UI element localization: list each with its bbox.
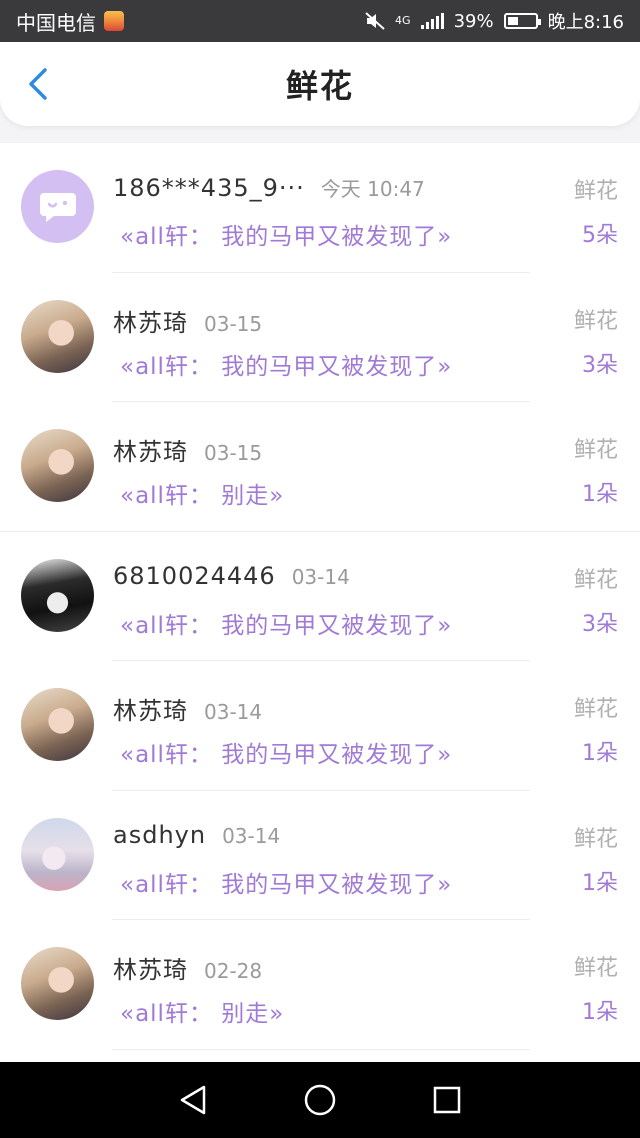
avatar[interactable] bbox=[21, 299, 94, 373]
gift-count: 5朵 bbox=[582, 223, 618, 248]
back-button[interactable] bbox=[18, 64, 58, 104]
gift-count: 1朵 bbox=[582, 741, 618, 766]
app-notification-icon bbox=[104, 11, 124, 31]
gift-count: 3朵 bbox=[582, 352, 618, 378]
triangle-back-icon bbox=[181, 1085, 206, 1115]
sender-name-text: 林苏琦 bbox=[113, 308, 188, 337]
square-recents-icon bbox=[433, 1086, 460, 1114]
chat-bubble-icon bbox=[39, 192, 76, 222]
signal-icon bbox=[420, 13, 444, 29]
clock: 晚上8:16 bbox=[547, 12, 624, 33]
gift-type-label: 鲜花 bbox=[573, 438, 618, 463]
gift-type-label: 鲜花 bbox=[573, 567, 618, 593]
timestamp: 03-14 bbox=[204, 700, 263, 724]
avatar[interactable] bbox=[21, 688, 94, 761]
timestamp: 03-15 bbox=[204, 441, 263, 465]
carrier-label: 中国电信 bbox=[16, 10, 96, 35]
message-link[interactable]: «all轩： 我的马甲又被发现了» bbox=[120, 865, 452, 899]
timestamp: 02-28 bbox=[204, 959, 263, 983]
list-item[interactable]: 林苏琦 03-15 鲜花 «all轩： 我的马甲又被发现了» 3朵 bbox=[0, 273, 640, 402]
avatar[interactable] bbox=[21, 429, 94, 502]
sender-name-text: 林苏琦 bbox=[113, 956, 188, 984]
status-right: 4G 39% 晚上8:16 bbox=[365, 8, 624, 34]
gift-type-label: 鲜花 bbox=[573, 697, 618, 722]
circle-home-icon bbox=[304, 1084, 336, 1116]
sender-name-text: 林苏琦 bbox=[113, 438, 188, 466]
gift-count: 3朵 bbox=[582, 611, 618, 637]
nav-recents-button[interactable] bbox=[427, 1080, 467, 1120]
gift-type-label: 鲜花 bbox=[573, 179, 618, 204]
nav-home-button[interactable] bbox=[300, 1080, 340, 1120]
avatar[interactable] bbox=[21, 170, 94, 243]
sender-name-text: 186***435_9··· bbox=[113, 174, 305, 202]
battery-icon bbox=[503, 13, 541, 29]
divider bbox=[112, 1048, 530, 1050]
avatar[interactable] bbox=[21, 558, 94, 632]
avatar[interactable] bbox=[21, 817, 94, 891]
timestamp: 03-14 bbox=[291, 564, 350, 589]
timestamp: 今天 10:47 bbox=[320, 177, 425, 201]
sender-name: 林苏琦 03-15 bbox=[113, 303, 262, 338]
avatar[interactable] bbox=[21, 947, 94, 1020]
navigation-bar bbox=[0, 1062, 640, 1138]
sender-name: 186***435_9··· 今天 10:47 bbox=[113, 173, 425, 202]
list-item[interactable]: 林苏琦 03-15 鲜花 «all轩： 别走» 1朵 bbox=[0, 402, 640, 532]
list-item[interactable]: 186***435_9··· 今天 10:47 鲜花 «all轩： 我的马甲又被发… bbox=[0, 143, 640, 273]
nav-back-button[interactable] bbox=[173, 1080, 213, 1120]
timestamp: 03-14 bbox=[222, 823, 281, 848]
list-item[interactable]: 6810024446 03-14 鲜花 «all轩： 我的马甲又被发现了» 3朵 bbox=[0, 532, 640, 661]
page-title: 鲜花 bbox=[285, 67, 354, 105]
message-link[interactable]: «all轩： 我的马甲又被发现了» bbox=[120, 347, 452, 381]
gift-count: 1朵 bbox=[582, 870, 618, 896]
gift-count: 1朵 bbox=[582, 482, 618, 507]
message-link[interactable]: «all轩： 我的马甲又被发现了» bbox=[120, 735, 452, 769]
sender-name-text: 林苏琦 bbox=[113, 697, 188, 725]
status-left: 中国电信 bbox=[16, 7, 124, 36]
list-item[interactable]: asdhyn 03-14 鲜花 «all轩： 我的马甲又被发现了» 1朵 bbox=[0, 791, 640, 920]
gift-type-label: 鲜花 bbox=[573, 956, 618, 981]
mute-icon bbox=[365, 12, 385, 30]
message-link[interactable]: «all轩： 别走» bbox=[120, 476, 284, 510]
message-link[interactable]: «all轩： 别走» bbox=[120, 994, 284, 1028]
battery-percent: 39% bbox=[453, 10, 494, 32]
chevron-left-icon bbox=[29, 68, 47, 100]
gift-count: 1朵 bbox=[582, 1000, 618, 1025]
network-type: 4G bbox=[395, 14, 411, 27]
list-item[interactable]: 林苏琦 02-28 鲜花 «all轩： 别走» 1朵 bbox=[0, 920, 640, 1050]
sender-name: 林苏琦 03-15 bbox=[113, 432, 262, 467]
sender-name-text: asdhyn bbox=[113, 820, 207, 849]
status-bar: 中国电信 4G 39% 晚上8:16 bbox=[0, 0, 640, 42]
sender-name: 6810024446 03-14 bbox=[113, 562, 350, 590]
message-link[interactable]: «all轩： 我的马甲又被发现了» bbox=[120, 217, 452, 251]
sender-name-text: 6810024446 bbox=[113, 561, 276, 590]
gift-type-label: 鲜花 bbox=[573, 308, 618, 334]
gift-record-list: 186***435_9··· 今天 10:47 鲜花 «all轩： 我的马甲又被发… bbox=[0, 143, 640, 1063]
sender-name: 林苏琦 02-28 bbox=[113, 950, 262, 985]
list-item[interactable]: 林苏琦 03-14 鲜花 «all轩： 我的马甲又被发现了» 1朵 bbox=[0, 661, 640, 791]
header: 鲜花 bbox=[0, 42, 640, 126]
message-link[interactable]: «all轩： 我的马甲又被发现了» bbox=[120, 606, 452, 640]
sender-name: asdhyn 03-14 bbox=[113, 821, 280, 849]
sender-name: 林苏琦 03-14 bbox=[113, 691, 262, 726]
timestamp: 03-15 bbox=[204, 311, 263, 336]
gift-type-label: 鲜花 bbox=[573, 826, 618, 852]
